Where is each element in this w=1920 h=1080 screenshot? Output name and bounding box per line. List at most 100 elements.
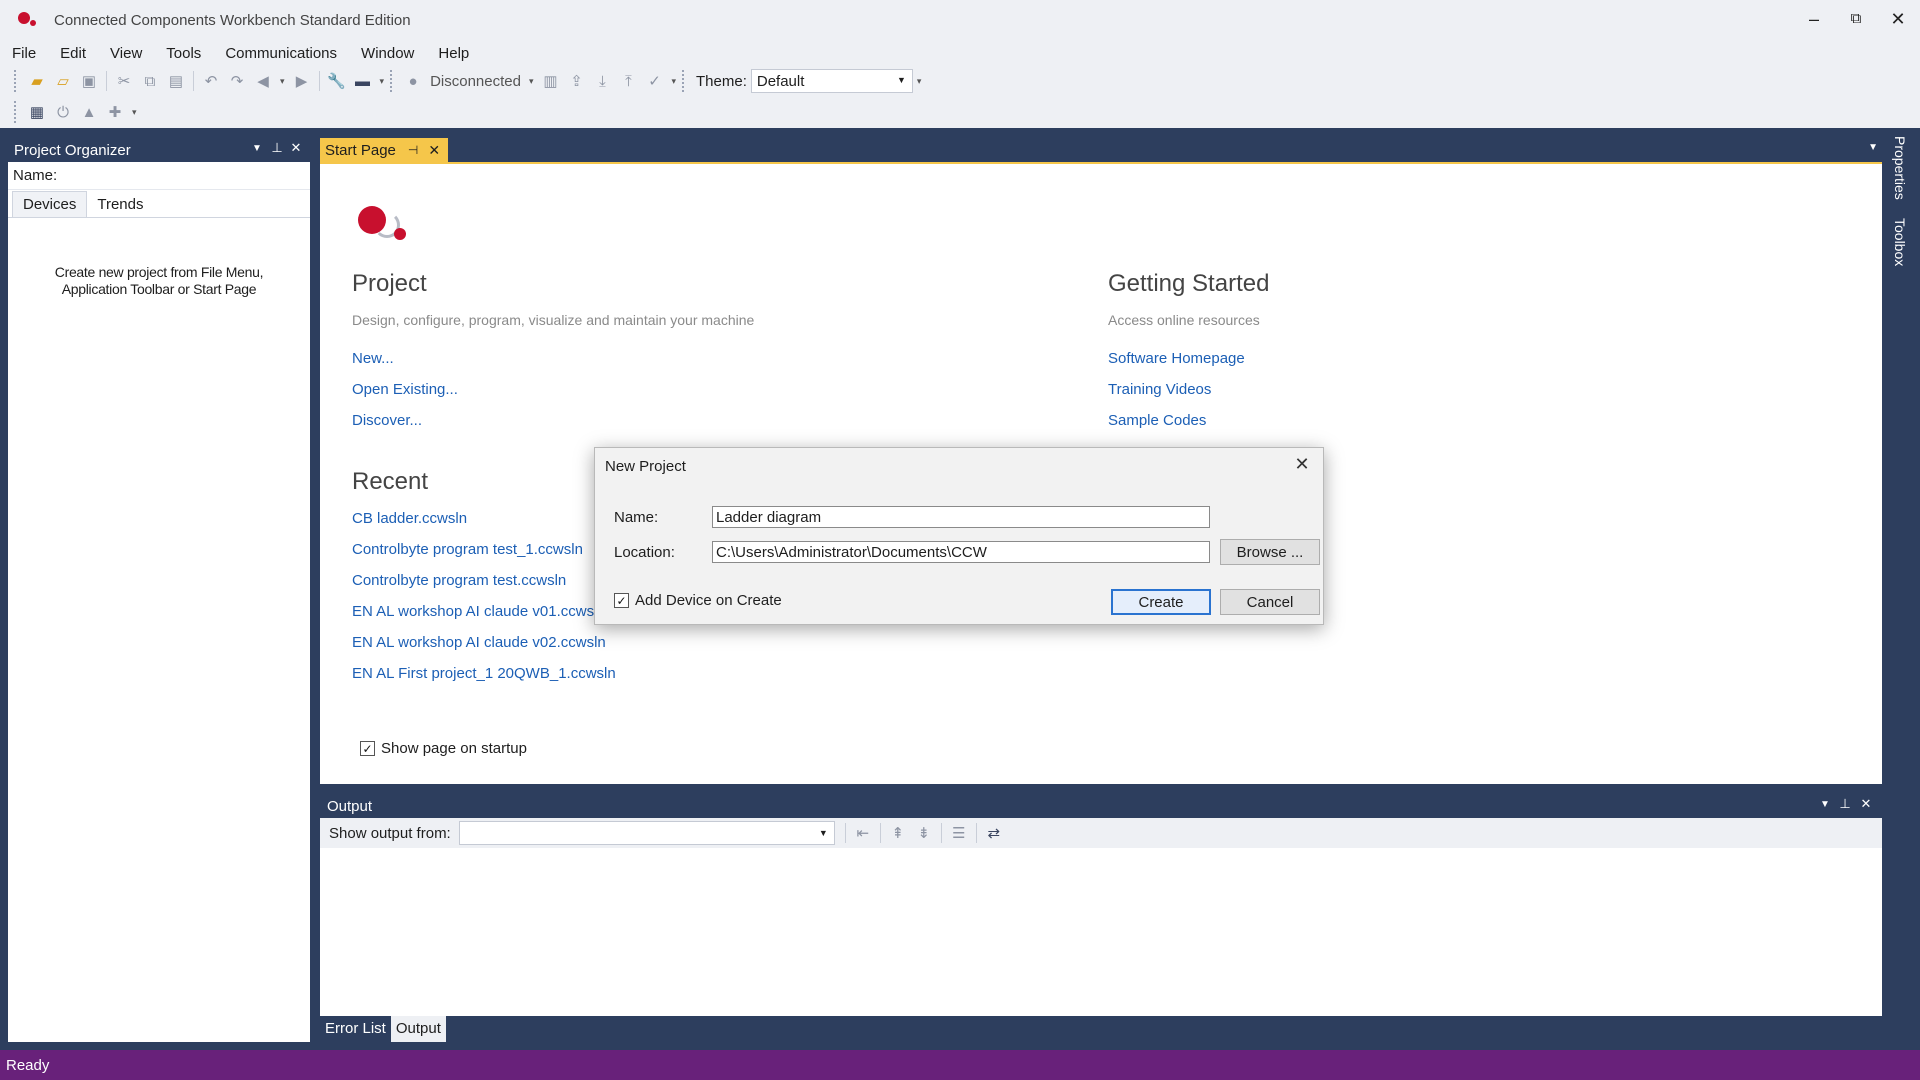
show-on-startup-option[interactable]: ✓ Show page on startup (360, 740, 527, 757)
toolbar-overflow-icon[interactable]: ▾ (671, 76, 676, 87)
pin-icon[interactable]: ⊣ (408, 143, 418, 157)
project-organizer-header: Project Organizer ▼ ⊥ ✕ (8, 138, 310, 162)
menu-tools[interactable]: Tools (166, 45, 201, 62)
toolbar-grip[interactable] (682, 70, 686, 92)
window-title: Connected Components Workbench Standard … (54, 11, 411, 29)
menu-view[interactable]: View (110, 45, 142, 62)
toolbar-separator (940, 823, 942, 843)
tab-trends[interactable]: Trends (87, 192, 153, 217)
project-heading: Project (352, 270, 427, 297)
find-message-icon[interactable]: ⇤ (850, 821, 876, 845)
toolbar-grip[interactable] (390, 70, 394, 92)
new-project-link[interactable]: New... (352, 350, 394, 367)
recent-file-link[interactable]: EN AL First project_1 20QWB_1.ccwsln (352, 665, 616, 682)
recent-file-link[interactable]: CB ladder.ccwsln (352, 510, 467, 527)
upload-icon[interactable]: ⇪ (563, 69, 589, 93)
clear-all-icon[interactable]: ☰ (946, 821, 972, 845)
menu-communications[interactable]: Communications (225, 45, 337, 62)
restore-button[interactable]: ⧉ (1838, 6, 1874, 32)
toolbox-side-tab[interactable]: Toolbox (1892, 218, 1908, 266)
menu-help[interactable]: Help (438, 45, 469, 62)
new-project-icon[interactable]: ▰ (24, 69, 50, 93)
connection-status[interactable]: Disconnected (430, 73, 521, 90)
save-icon[interactable]: ▣ (76, 69, 102, 93)
theme-select[interactable]: Default ▼ (750, 69, 913, 93)
device-add-icon[interactable]: ✚ (102, 100, 128, 124)
software-homepage-link[interactable]: Software Homepage (1108, 350, 1245, 367)
toolbar-grip[interactable] (14, 101, 18, 123)
toolbar-overflow-icon[interactable]: ▾ (380, 76, 385, 87)
undo-icon[interactable]: ↶ (198, 69, 224, 93)
minimize-button[interactable]: – (1796, 6, 1832, 32)
connection-icon[interactable]: ● (400, 69, 426, 93)
empty-project-hint: Create new project from File Menu, Appli… (8, 264, 310, 298)
panel-dropdown-icon[interactable]: ▼ (248, 143, 266, 154)
download-icon[interactable]: ⤓ (589, 69, 615, 93)
redo-icon[interactable]: ↷ (224, 69, 250, 93)
close-tab-icon[interactable]: ✕ (428, 142, 440, 159)
output-title: Output (327, 797, 373, 815)
pin-icon[interactable]: ⊥ (268, 140, 286, 156)
wrench-icon[interactable]: 🔧 (324, 69, 350, 93)
project-location-input[interactable] (712, 541, 1210, 563)
browse-button[interactable]: Browse ... (1220, 539, 1320, 565)
create-button[interactable]: Create (1111, 589, 1211, 615)
navigate-forward-icon[interactable]: ▶ (289, 69, 315, 93)
tab-error-list[interactable]: Error List (320, 1016, 391, 1042)
add-device-checkbox[interactable]: ✓ (614, 593, 629, 608)
properties-side-tab[interactable]: Properties (1892, 136, 1908, 200)
add-device-option[interactable]: ✓ Add Device on Create (614, 592, 782, 609)
project-name-input[interactable] (712, 506, 1210, 528)
output-source-select[interactable]: ▼ (458, 821, 835, 845)
navigate-back-dropdown-icon[interactable]: ▾ (280, 76, 285, 87)
tab-output[interactable]: Output (390, 1016, 446, 1042)
recent-file-link[interactable]: Controlbyte program test.ccwsln (352, 572, 566, 589)
copy-icon[interactable]: ⧉ (137, 69, 163, 93)
paste-icon[interactable]: ▤ (163, 69, 189, 93)
panel-dropdown-icon[interactable]: ▼ (1816, 799, 1834, 810)
status-text: Ready (6, 1056, 50, 1074)
open-existing-link[interactable]: Open Existing... (352, 381, 458, 398)
menu-file[interactable]: File (12, 45, 36, 62)
warning-icon[interactable]: ▲ (76, 100, 102, 124)
toolbar-overflow-icon[interactable]: ▾ (917, 76, 922, 87)
sample-codes-link[interactable]: Sample Codes (1108, 412, 1206, 429)
show-on-startup-label: Show page on startup (381, 740, 527, 757)
next-message-icon[interactable]: ⇟ (911, 821, 937, 845)
recent-file-link[interactable]: Controlbyte program test_1.ccwsln (352, 541, 583, 558)
add-device-label: Add Device on Create (635, 592, 782, 609)
close-icon[interactable]: ✕ (1857, 796, 1875, 812)
toolbar-grip[interactable] (14, 70, 18, 92)
power-icon[interactable]: ⏻ (50, 100, 76, 124)
show-on-startup-checkbox[interactable]: ✓ (360, 741, 375, 756)
upload-arrow-icon[interactable]: ⤒ (615, 69, 641, 93)
close-window-button[interactable]: ✕ (1880, 6, 1916, 32)
menu-window[interactable]: Window (361, 45, 414, 62)
theme-label: Theme: (696, 72, 747, 90)
document-list-dropdown-icon[interactable]: ▼ (1868, 142, 1878, 153)
word-wrap-icon[interactable]: ⇄ (981, 821, 1007, 845)
recent-file-link[interactable]: EN AL workshop AI claude v02.ccwsln (352, 634, 606, 651)
menu-edit[interactable]: Edit (60, 45, 86, 62)
main-toolbar: ▰ ▱ ▣ ✂ ⧉ ▤ ↶ ↷ ◀ ▾ ▶ 🔧 ▬ ▾ ● Disconnect… (0, 66, 1920, 96)
pin-icon[interactable]: ⊥ (1836, 796, 1854, 812)
display-icon[interactable]: ▦ (24, 100, 50, 124)
toolbox-icon[interactable]: ▬ (350, 69, 376, 93)
open-project-icon[interactable]: ▱ (50, 69, 76, 93)
tab-devices[interactable]: Devices (12, 191, 88, 217)
discover-link[interactable]: Discover... (352, 412, 422, 429)
toolbar-overflow-icon[interactable]: ▾ (132, 107, 137, 118)
build-icon[interactable]: ▥ (537, 69, 563, 93)
training-videos-link[interactable]: Training Videos (1108, 381, 1211, 398)
verify-icon[interactable]: ✓ (641, 69, 667, 93)
previous-message-icon[interactable]: ⇞ (885, 821, 911, 845)
cancel-button[interactable]: Cancel (1220, 589, 1320, 615)
dialog-close-button[interactable]: ✕ (1291, 454, 1313, 475)
connection-dropdown-icon[interactable]: ▾ (529, 76, 534, 87)
recent-file-link[interactable]: EN AL workshop AI claude v01.ccwsln (352, 603, 606, 620)
navigate-back-icon[interactable]: ◀ (250, 69, 276, 93)
new-project-dialog: New Project ✕ Name: Location: Browse ...… (594, 447, 1324, 625)
tab-start-page[interactable]: Start Page ⊣ ✕ (320, 138, 449, 162)
close-icon[interactable]: ✕ (287, 140, 305, 156)
cut-icon[interactable]: ✂ (111, 69, 137, 93)
